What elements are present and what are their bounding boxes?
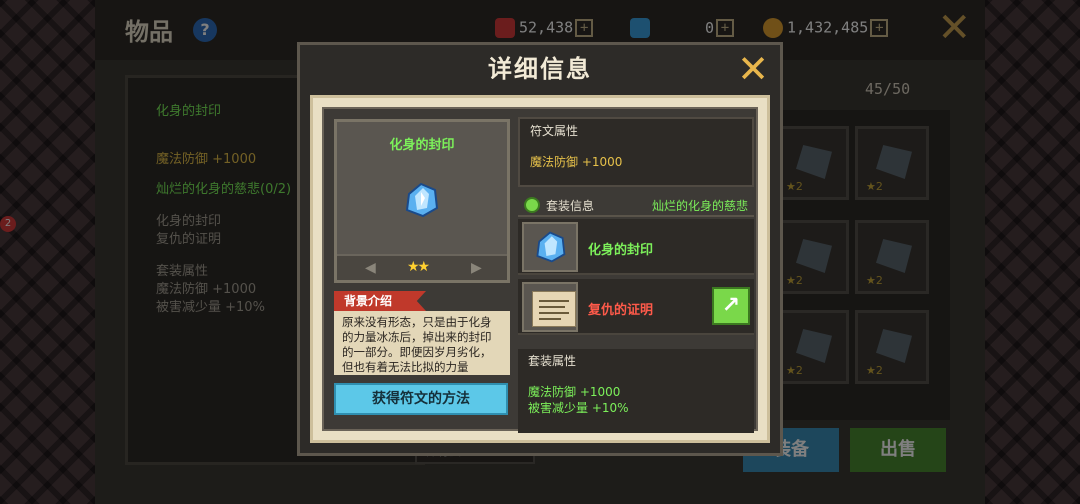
set-name: 灿烂的化身的慈悲 <box>651 199 748 213</box>
lore-box[interactable]: 原来没有形态，只是由于化身的力量冰冻后，掉出来的封印的一部分。即便因岁月劣化，但… <box>334 311 510 375</box>
item-name: 化身的封印 <box>389 138 455 153</box>
ice-rune-icon <box>405 182 439 218</box>
set-icon <box>524 197 540 213</box>
item-stars: ★★ <box>407 259 430 275</box>
set-item-thumbnail <box>522 222 578 272</box>
rune-attributes: 符文属性 魔法防御 +1000 <box>518 117 754 187</box>
set-item-name: 化身的封印 <box>588 243 654 258</box>
set-item-row[interactable]: 化身的封印 <box>518 219 754 275</box>
get-rune-method-button[interactable]: 获得符文的方法 <box>334 383 508 415</box>
set-attributes-heading: 套装属性 <box>528 354 577 368</box>
next-arrow-icon[interactable]: ▶ <box>471 260 482 276</box>
goto-item-button[interactable]: ↗ <box>712 287 750 325</box>
set-info-header: 套装信息 灿烂的化身的慈悲 <box>518 193 754 217</box>
scroll-icon <box>532 291 576 327</box>
lore-text: 原来没有形态，只是由于化身的力量冰冻后，掉出来的封印的一部分。即便因岁月劣化，但… <box>342 315 492 374</box>
modal-title: 详细信息 <box>488 55 592 83</box>
set-item-thumbnail <box>522 282 578 332</box>
item-card: 化身的封印 ◀ ★★ ▶ <box>334 119 510 283</box>
detail-modal: 详细信息 ✕ 化身的封印 ◀ ★★ ▶ 背景介绍 原来没有形态，只是由于化身的力… <box>297 42 783 456</box>
ice-rune-icon <box>536 231 566 263</box>
set-attributes: 套装属性 魔法防御 +1000 被害减少量 +10% <box>518 349 754 433</box>
item-nav: ◀ ★★ ▶ <box>337 254 507 280</box>
background-tag: 背景介绍 <box>334 291 426 311</box>
set-item-row[interactable]: 复仇的证明 ↗ <box>518 279 754 335</box>
rune-attribute-line: 魔法防御 +1000 <box>530 155 623 169</box>
set-attribute-line: 被害减少量 +10% <box>528 401 629 415</box>
rune-attributes-heading: 符文属性 <box>530 124 579 138</box>
prev-arrow-icon[interactable]: ◀ <box>365 260 376 276</box>
set-item-name: 复仇的证明 <box>588 303 654 318</box>
close-icon[interactable]: ✕ <box>734 50 772 89</box>
modal-content-inner: 化身的封印 ◀ ★★ ▶ 背景介绍 原来没有形态，只是由于化身的力量冰冻后，掉出… <box>322 107 758 433</box>
set-info-heading: 套装信息 <box>546 199 595 213</box>
set-attribute-line: 魔法防御 +1000 <box>528 385 621 399</box>
modal-content: 化身的封印 ◀ ★★ ▶ 背景介绍 原来没有形态，只是由于化身的力量冰冻后，掉出… <box>310 95 770 443</box>
